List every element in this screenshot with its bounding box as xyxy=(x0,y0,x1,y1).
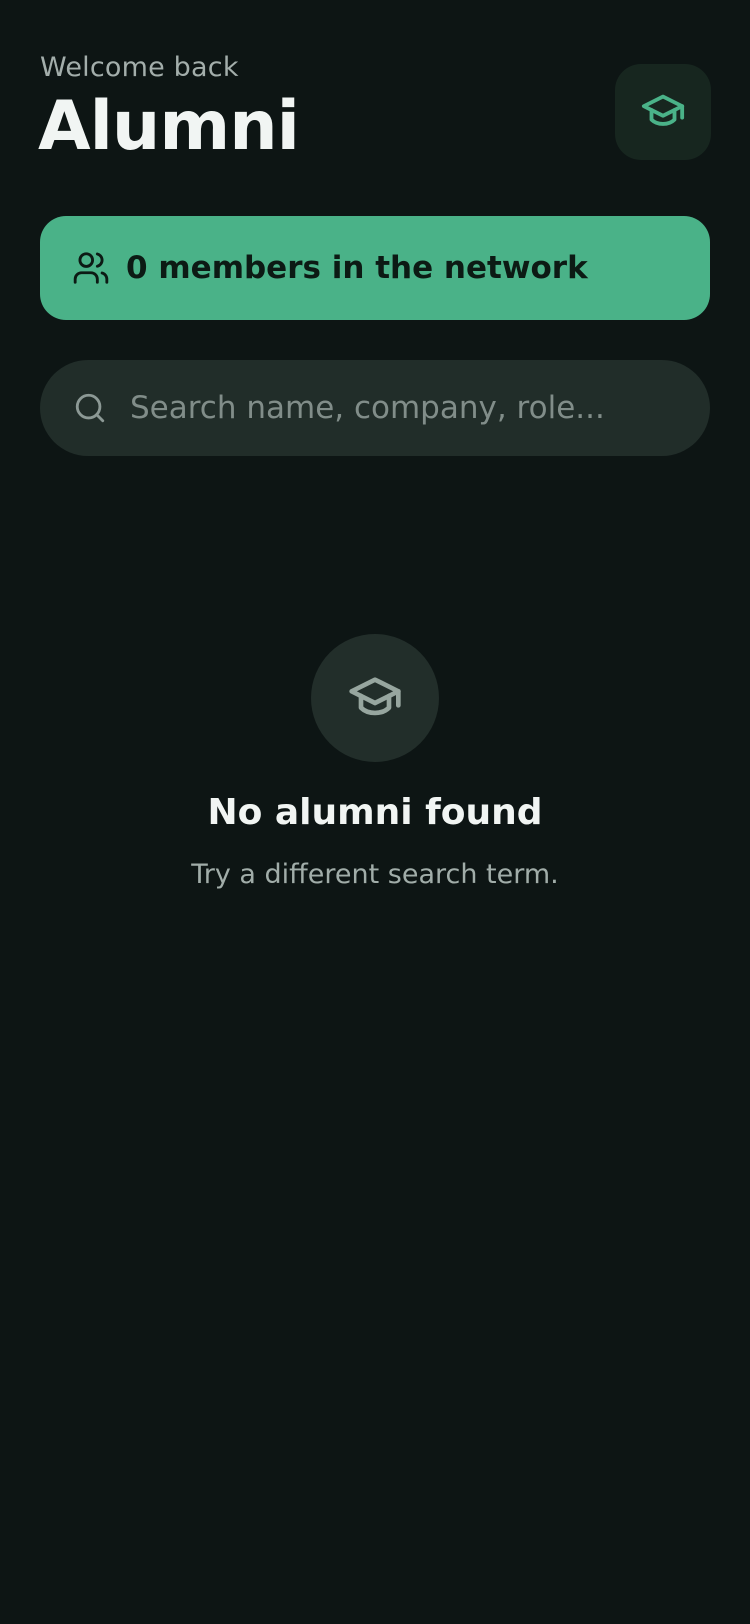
search-bar[interactable] xyxy=(40,360,710,456)
graduation-cap-icon xyxy=(347,668,403,728)
welcome-text: Welcome back xyxy=(40,52,239,83)
empty-state-subtitle: Try a different search term. xyxy=(191,859,559,890)
page-title: Alumni xyxy=(38,87,300,166)
graduation-cap-icon xyxy=(640,87,686,137)
members-banner: 0 members in the network xyxy=(40,216,710,320)
empty-state-icon-circle xyxy=(311,634,439,762)
users-icon xyxy=(72,249,110,287)
page-header: Welcome back Alumni xyxy=(38,50,711,180)
empty-state: No alumni found Try a different search t… xyxy=(0,634,750,890)
members-count-text: 0 members in the network xyxy=(126,250,588,286)
search-input[interactable] xyxy=(130,390,680,426)
profile-button[interactable] xyxy=(615,64,711,160)
search-icon xyxy=(72,390,108,426)
empty-state-title: No alumni found xyxy=(207,792,543,833)
